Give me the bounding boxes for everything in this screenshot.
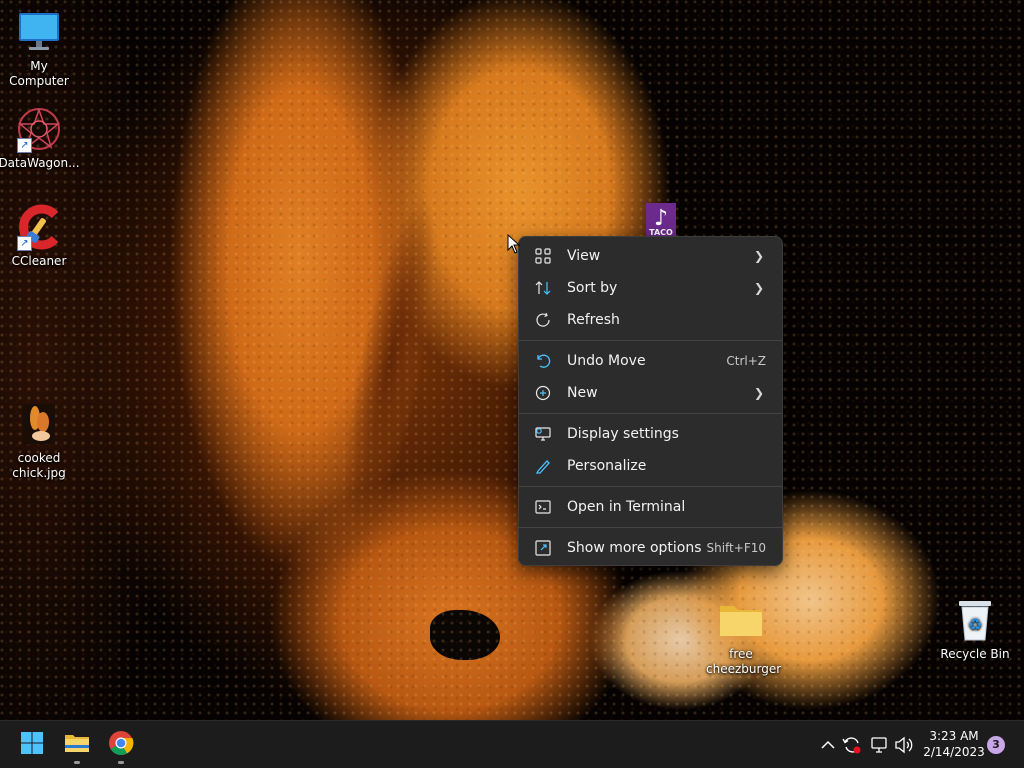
menu-item-shortcut: Shift+F10 [706,541,766,555]
pen-icon [533,456,553,476]
menu-item-sort-by[interactable]: Sort by ❯ [523,272,778,304]
shortcut-arrow-icon: ↗ [17,236,32,251]
menu-item-refresh[interactable]: Refresh [523,304,778,336]
desktop-icon-label: CCleaner [11,254,67,268]
windows-logo-icon [20,731,44,759]
menu-item-new[interactable]: New ❯ [523,377,778,409]
menu-item-personalize[interactable]: Personalize [523,450,778,482]
wallpaper-shadow [430,610,500,660]
desktop-icon-label: free cheezburger [706,647,782,676]
volume-icon[interactable] [893,733,915,757]
desktop-icon-taco-bell[interactable]: ♪ TACO [646,203,676,237]
display-icon [533,424,553,444]
menu-item-view[interactable]: View ❯ [523,240,778,272]
wallpaper-crease [325,187,455,533]
svg-text:♻: ♻ [968,615,982,634]
monitor-icon [15,8,63,56]
menu-separator [519,527,782,528]
menu-item-label: Open in Terminal [567,499,686,515]
desktop-icon-label: Recycle Bin [940,647,1010,661]
desktop[interactable]: My Computer ↗ DataWagon... ↗ CCleaner co… [0,0,1024,720]
start-button[interactable] [12,725,52,765]
running-indicator [118,761,124,764]
chevron-right-icon: ❯ [753,281,764,295]
undo-icon [533,351,553,371]
running-indicator [74,761,80,764]
taskbar-clock[interactable]: 3:23 AM 2/14/2023 [918,728,990,760]
wallpaper-texture [0,0,1024,720]
clock-time: 3:23 AM [929,729,979,743]
plus-circle-icon [533,383,553,403]
expand-icon [533,538,553,558]
terminal-icon [533,497,553,517]
desktop-icon-label: cooked chick.jpg [12,451,66,480]
chrome-icon [108,730,134,760]
desktop-icon-cooked-chick[interactable]: cooked chick.jpg [0,400,78,481]
sort-icon [533,278,553,298]
chevron-up-icon[interactable] [817,733,839,757]
folder-icon [64,732,90,758]
menu-item-shortcut: Ctrl+Z [726,354,766,368]
chevron-right-icon: ❯ [753,386,764,400]
refresh-icon [533,310,553,330]
image-file-icon [15,400,63,448]
folder-icon [717,596,765,644]
taskbar: 3:23 AM 2/14/2023 3 [0,720,1024,768]
taco-bell-icon: ♪ TACO [646,203,676,237]
grid-icon [533,246,553,266]
desktop-context-menu: View ❯ Sort by ❯ Refresh Undo Move Ctrl+… [518,236,783,566]
desktop-icon-datawagon[interactable]: ↗ DataWagon... [0,105,80,171]
ccleaner-icon: ↗ [15,203,63,251]
menu-item-undo-move[interactable]: Undo Move Ctrl+Z [523,345,778,377]
menu-item-label: Show more options [567,540,702,556]
menu-item-display-settings[interactable]: Display settings [523,418,778,450]
menu-separator [519,486,782,487]
chevron-right-icon: ❯ [753,249,764,263]
taskbar-file-explorer[interactable] [57,725,97,765]
recycle-bin-icon: ♻ [951,596,999,644]
menu-item-open-in-terminal[interactable]: Open in Terminal [523,491,778,523]
network-icon[interactable] [868,733,890,757]
notification-badge[interactable]: 3 [987,736,1005,754]
desktop-icon-label: My Computer [9,59,69,88]
menu-item-label: Display settings [567,426,679,442]
menu-item-label: Sort by [567,280,618,296]
menu-item-label: Undo Move [567,353,646,369]
menu-separator [519,413,782,414]
mouse-cursor-icon [507,233,521,258]
shortcut-arrow-icon: ↗ [17,138,32,153]
desktop-icon-recycle-bin[interactable]: ♻ Recycle Bin [936,596,1014,662]
menu-item-show-more-options[interactable]: Show more options Shift+F10 [523,532,778,564]
clock-date: 2/14/2023 [923,745,985,759]
menu-item-label: New [567,385,598,401]
desktop-icon-my-computer[interactable]: My Computer [0,8,78,89]
sync-icon[interactable] [841,733,863,757]
desktop-icon-free-cheezburger[interactable]: free cheezburger [702,596,782,677]
menu-separator [519,340,782,341]
menu-item-label: View [567,248,601,264]
desktop-icon-label: DataWagon... [0,156,80,170]
menu-item-label: Personalize [567,458,647,474]
desktop-icon-ccleaner[interactable]: ↗ CCleaner [0,203,78,269]
taskbar-chrome[interactable] [101,725,141,765]
menu-item-label: Refresh [567,312,620,328]
datawagon-logo-icon: ↗ [15,105,63,153]
